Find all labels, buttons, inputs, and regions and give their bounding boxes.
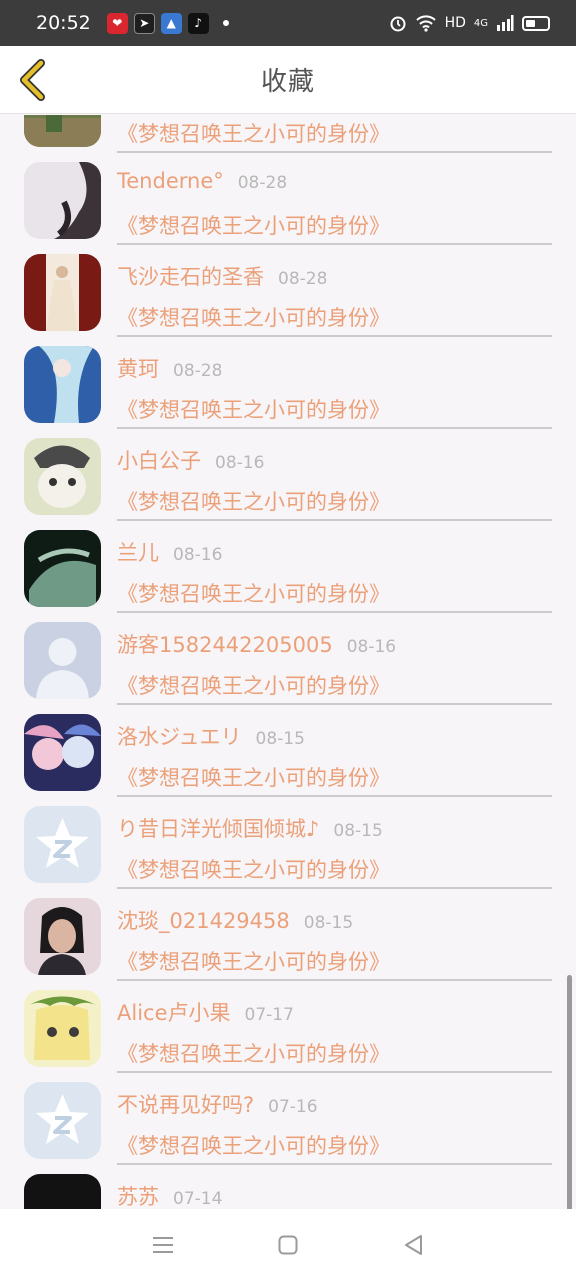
favorite-title: 《梦想召唤王之小可的身份》 — [117, 858, 390, 882]
avatar — [24, 990, 101, 1067]
avatar — [24, 438, 101, 515]
favorite-date: 08-15 — [255, 729, 305, 749]
favorite-title: 《梦想召唤王之小可的身份》 — [117, 674, 390, 698]
avatar — [24, 346, 101, 423]
list-item[interactable]: 《梦想召唤王之小可的身份》 — [0, 115, 576, 153]
status-time: 20:52 — [36, 12, 91, 34]
status-bar: 20:52 ❤ ➤ ▲ ♪ HD 4G — [0, 0, 576, 46]
list-item[interactable]: り昔日洋光倾国倾城♪ 08-15 《梦想召唤王之小可的身份》 — [0, 797, 576, 889]
wifi-icon — [415, 15, 436, 32]
favorite-date: 07-14 — [173, 1189, 223, 1209]
list-item[interactable]: 沈琰_021429458 08-15 《梦想召唤王之小可的身份》 — [0, 889, 576, 981]
app-notification-icon: ❤ — [106, 12, 128, 34]
user-name: 小白公子 — [117, 449, 201, 473]
favorite-title: 《梦想召唤王之小可的身份》 — [117, 582, 390, 606]
signal-type: 4G — [473, 17, 488, 29]
home-square-icon — [278, 1235, 298, 1254]
list-item[interactable]: 小白公子 08-16 《梦想召唤王之小可的身份》 — [0, 429, 576, 521]
nav-back-button[interactable] — [389, 1221, 437, 1269]
system-nav-bar — [0, 1209, 576, 1280]
network-type: HD — [444, 15, 466, 31]
avatar — [24, 806, 101, 883]
signal-icon — [497, 15, 514, 31]
list-item[interactable]: 洛水ジュエリ 08-15 《梦想召唤王之小可的身份》 — [0, 705, 576, 797]
app-notification-icon: ▲ — [160, 12, 182, 34]
avatar — [24, 898, 101, 975]
favorite-date: 08-15 — [303, 913, 354, 933]
avatar — [24, 622, 101, 699]
favorite-title: 《梦想召唤王之小可的身份》 — [117, 1134, 390, 1158]
header: 收藏 — [0, 46, 576, 114]
favorite-title: 《梦想召唤王之小可的身份》 — [117, 214, 390, 238]
favorite-date: 08-28 — [278, 269, 328, 289]
favorite-date: 08-28 — [173, 361, 223, 381]
user-name: り昔日洋光倾国倾城♪ — [117, 817, 320, 841]
home-button[interactable] — [264, 1221, 312, 1269]
alarm-icon — [390, 16, 406, 32]
favorite-date: 08-28 — [237, 173, 288, 193]
tiktok-icon: ♪ — [187, 12, 209, 34]
favorite-date: 08-16 — [346, 637, 397, 657]
list-item[interactable]: Alice卢小果 07-17 《梦想召唤王之小可的身份》 — [0, 981, 576, 1073]
favorite-title: 《梦想召唤王之小可的身份》 — [117, 306, 390, 330]
favorite-title: 《梦想召唤王之小可的身份》 — [117, 950, 390, 974]
battery-icon — [522, 15, 550, 31]
list-item[interactable]: 不说再见好吗? 07-16 《梦想召唤王之小可的身份》 — [0, 1073, 576, 1165]
avatar — [24, 254, 101, 331]
notification-icons: ❤ ➤ ▲ ♪ — [106, 12, 229, 34]
favorite-date: 08-16 — [173, 545, 223, 565]
user-name: 洛水ジュエリ — [117, 725, 242, 749]
avatar — [24, 530, 101, 607]
avatar — [24, 115, 101, 147]
back-button[interactable] — [12, 56, 52, 104]
more-notifications-dot — [222, 20, 229, 26]
page-title: 收藏 — [260, 67, 315, 97]
user-name: Alice卢小果 — [117, 1001, 231, 1025]
list-item[interactable]: Tenderne° 08-28 《梦想召唤王之小可的身份》 — [0, 153, 576, 245]
menu-button[interactable] — [139, 1221, 187, 1269]
back-triangle-icon — [405, 1234, 423, 1255]
user-name: 黄珂 — [117, 357, 159, 381]
favorite-title: 《梦想召唤王之小可的身份》 — [117, 398, 390, 422]
favorites-list[interactable]: 《梦想召唤王之小可的身份》 Tenderne° 08-28 《梦想召唤王之小可的身… — [0, 115, 576, 1209]
app-notification-icon: ➤ — [133, 12, 155, 34]
favorite-title: 《梦想召唤王之小可的身份》 — [117, 1042, 390, 1066]
avatar — [24, 714, 101, 791]
list-item[interactable]: 苏苏 07-14 — [0, 1165, 576, 1209]
favorite-date: 08-16 — [215, 453, 265, 473]
user-name: 兰儿 — [117, 541, 159, 565]
user-name: 苏苏 — [117, 1185, 159, 1209]
menu-icon — [152, 1236, 173, 1253]
user-name: 沈琰_021429458 — [117, 909, 290, 933]
favorite-title: 《梦想召唤王之小可的身份》 — [117, 490, 390, 514]
favorite-date: 07-16 — [268, 1097, 318, 1117]
list-item[interactable]: 飞沙走石的圣香 08-28 《梦想召唤王之小可的身份》 — [0, 245, 576, 337]
list-item[interactable]: 游客1582442205005 08-16 《梦想召唤王之小可的身份》 — [0, 613, 576, 705]
favorite-title: 《梦想召唤王之小可的身份》 — [117, 122, 390, 146]
user-name: Tenderne° — [117, 169, 224, 193]
favorite-date: 07-17 — [244, 1005, 294, 1025]
user-name: 飞沙走石的圣香 — [117, 265, 264, 289]
list-item[interactable]: 兰儿 08-16 《梦想召唤王之小可的身份》 — [0, 521, 576, 613]
list-item[interactable]: 黄珂 08-28 《梦想召唤王之小可的身份》 — [0, 337, 576, 429]
avatar — [24, 1174, 101, 1209]
favorite-title: 《梦想召唤王之小可的身份》 — [117, 766, 390, 790]
avatar — [24, 1082, 101, 1159]
favorite-date: 08-15 — [333, 821, 383, 841]
user-name: 不说再见好吗? — [117, 1093, 255, 1117]
avatar — [24, 162, 101, 239]
scrollbar[interactable] — [567, 975, 572, 1209]
chevron-left-icon — [20, 59, 45, 101]
user-name: 游客1582442205005 — [117, 633, 333, 657]
